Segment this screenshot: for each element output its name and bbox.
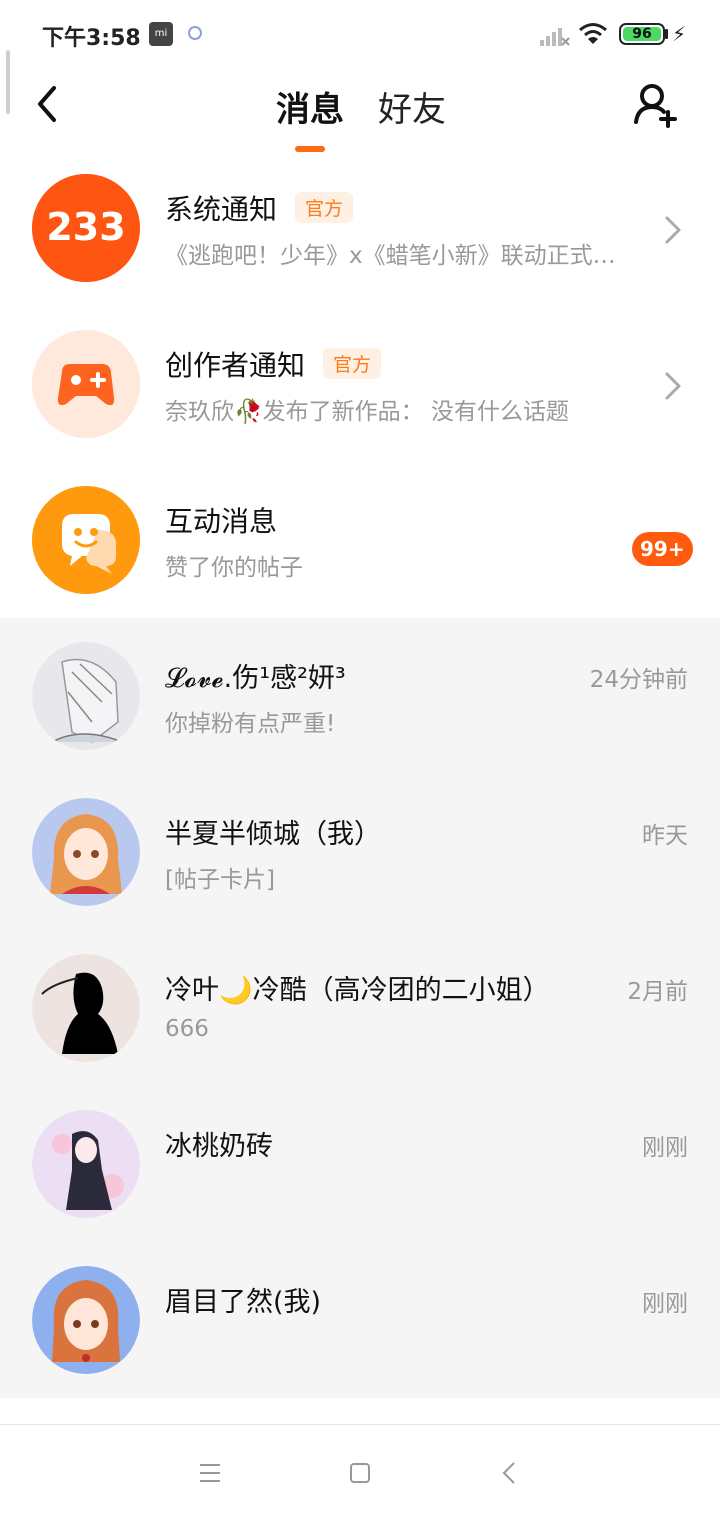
gamepad-plus-icon xyxy=(32,330,140,438)
chat-row[interactable]: 眉目了然(我) 刚刚 xyxy=(0,1242,720,1398)
back-arrow-icon[interactable] xyxy=(28,84,68,124)
system-notice-label: 系统通知 xyxy=(165,193,278,226)
chat-message: 你掉粉有点严重! xyxy=(165,711,336,737)
tab-messages[interactable]: 消息 xyxy=(276,82,344,131)
avatar xyxy=(32,1266,140,1374)
interaction-preview: 赞了你的帖子 xyxy=(165,555,303,581)
official-tag: 官方 xyxy=(323,348,382,379)
chat-name: 半夏半倾城（我） xyxy=(165,819,381,850)
chat-row[interactable]: 冷叶🌙冷酷（高冷团的二小姐） 666 2月前 xyxy=(0,930,720,1086)
chat-list: 𝓛𝓸𝓿𝓮.伤¹感²妍³ 你掉粉有点严重! 24分钟前 半夏半倾城（我） [帖子卡… xyxy=(0,618,720,1398)
status-time: 下午3:58 xyxy=(42,26,141,51)
system-notice-title: 系统通知 官方 xyxy=(165,188,354,228)
chevron-right-icon xyxy=(665,372,681,400)
avatar xyxy=(32,954,140,1062)
official-tag: 官方 xyxy=(295,192,354,223)
charging-icon: ⚡ xyxy=(672,22,687,46)
chat-row[interactable]: 半夏半倾城（我） [帖子卡片] 昨天 xyxy=(0,774,720,930)
top-bar: 消息 好友 xyxy=(0,70,720,153)
avatar xyxy=(32,798,140,906)
avatar xyxy=(32,1110,140,1218)
chat-time: 24分钟前 xyxy=(589,667,688,693)
chat-smile-icon xyxy=(32,486,140,594)
chevron-right-icon xyxy=(665,216,681,244)
chat-name: 眉目了然(我) xyxy=(165,1287,322,1318)
circle-notification-icon xyxy=(188,26,202,40)
status-bar: 下午3:58 mi 96 ⚡ xyxy=(0,0,720,70)
official-notifications: 233 系统通知 官方 《逃跑吧！少年》x《蜡笔小新》联动正式上线 创作者通知 官方… xyxy=(0,152,720,618)
mi-icon: mi xyxy=(149,22,173,46)
chat-time: 刚刚 xyxy=(642,1291,688,1317)
avatar xyxy=(32,642,140,750)
interaction-title: 互动消息 xyxy=(165,505,278,538)
add-friend-icon[interactable] xyxy=(632,80,680,128)
system-notice-row[interactable]: 233 系统通知 官方 《逃跑吧！少年》x《蜡笔小新》联动正式上线 xyxy=(0,152,720,308)
chat-name: 𝓛𝓸𝓿𝓮.伤¹感²妍³ xyxy=(165,663,346,694)
creator-notice-label: 创作者通知 xyxy=(165,349,306,382)
chat-message: 666 xyxy=(165,1016,209,1042)
chat-row[interactable]: 冰桃奶砖 刚刚 xyxy=(0,1086,720,1242)
menu-icon[interactable] xyxy=(192,1455,228,1491)
creator-notice-preview: 奈玖欣🥀发布了新作品： 没有什么话题 xyxy=(165,399,569,425)
chat-name: 冷叶🌙冷酷（高冷团的二小姐） xyxy=(165,975,550,1006)
interaction-row[interactable]: 互动消息 赞了你的帖子 99+ xyxy=(0,464,720,620)
chat-time: 昨天 xyxy=(642,823,688,849)
creator-notice-title: 创作者通知 官方 xyxy=(165,344,382,384)
system-nav-bar xyxy=(0,1424,720,1521)
creator-notice-row[interactable]: 创作者通知 官方 奈玖欣🥀发布了新作品： 没有什么话题 xyxy=(0,308,720,464)
back-icon[interactable] xyxy=(492,1455,528,1491)
battery-cap xyxy=(665,29,668,39)
home-square-icon[interactable] xyxy=(342,1455,378,1491)
logo-text: 233 xyxy=(46,205,125,249)
signal-icon xyxy=(540,28,570,46)
chat-row[interactable]: 𝓛𝓸𝓿𝓮.伤¹感²妍³ 你掉粉有点严重! 24分钟前 xyxy=(0,618,720,774)
233-logo-icon: 233 xyxy=(32,174,140,282)
chat-time: 刚刚 xyxy=(642,1135,688,1161)
unread-badge: 99+ xyxy=(632,532,693,566)
battery-level: 96 xyxy=(632,26,652,42)
chat-message: [帖子卡片] xyxy=(165,867,275,893)
chat-time: 2月前 xyxy=(627,979,688,1005)
wifi-icon xyxy=(579,23,607,44)
chat-name: 冰桃奶砖 xyxy=(165,1131,273,1162)
system-notice-preview: 《逃跑吧！少年》x《蜡笔小新》联动正式上线 xyxy=(165,243,625,269)
tab-friends[interactable]: 好友 xyxy=(378,82,446,131)
battery-icon: 96 xyxy=(619,23,665,45)
